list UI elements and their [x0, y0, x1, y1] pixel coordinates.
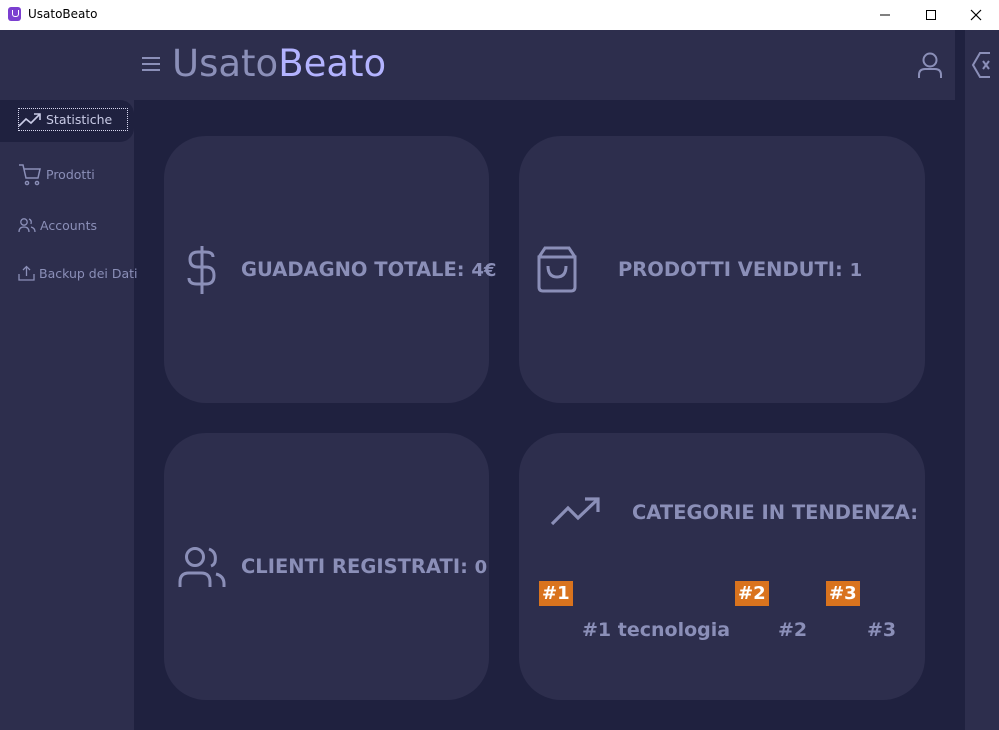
- maximize-icon: [926, 10, 936, 20]
- maximize-button[interactable]: [908, 0, 954, 30]
- sidebar-item-prodotti[interactable]: Prodotti: [18, 162, 95, 186]
- rank-item-3: #3: [867, 619, 897, 641]
- users-icon: [18, 218, 36, 233]
- clients-stat: CLIENTI REGISTRATI: 0: [241, 555, 487, 578]
- minimize-icon: [880, 14, 890, 16]
- app-logo-icon: [8, 7, 21, 21]
- hamburger-menu-icon[interactable]: [141, 56, 161, 72]
- title-bar: UsatoBeato: [0, 0, 999, 30]
- rank-badge-2: #2: [735, 581, 769, 606]
- sidebar-item-accounts[interactable]: Accounts: [18, 217, 97, 233]
- trending-title: CATEGORIE IN TENDENZA:: [632, 501, 918, 524]
- trending-up-icon: [550, 497, 600, 526]
- sidebar-item-statistiche[interactable]: Statistiche: [18, 110, 112, 128]
- trending-up-icon: [18, 113, 41, 127]
- window-title: UsatoBeato: [28, 7, 98, 21]
- sidebar-item-label: Statistiche: [46, 111, 113, 127]
- minimize-button[interactable]: [862, 0, 908, 30]
- products-sold-value: 1: [849, 260, 863, 281]
- rank-badge-1: #1: [539, 581, 573, 606]
- close-icon: [970, 9, 982, 21]
- right-panel-strip: [965, 100, 999, 730]
- revenue-stat: GUADAGNO TOTALE: 4€: [241, 258, 496, 281]
- dollar-icon: [187, 246, 216, 294]
- sidebar-item-backup[interactable]: Backup dei Dati: [18, 265, 138, 281]
- rank-item-1: #1 tecnologia: [582, 619, 731, 641]
- rank-badge-3: #3: [826, 581, 860, 606]
- shopping-bag-icon: [537, 246, 577, 293]
- revenue-value: 4€: [471, 260, 497, 281]
- collapse-panel-icon[interactable]: [971, 50, 993, 80]
- sidebar-item-label: Backup dei Dati: [39, 265, 138, 281]
- sidebar-item-label: Accounts: [40, 217, 97, 233]
- clients-value: 0: [474, 557, 488, 578]
- users-icon: [178, 547, 226, 587]
- close-button[interactable]: [953, 0, 999, 30]
- user-icon[interactable]: [915, 50, 945, 80]
- trending-categories-card: [519, 433, 925, 700]
- brand-part-usato: Usato: [172, 42, 279, 85]
- clients-label: CLIENTI REGISTRATI:: [241, 555, 468, 578]
- upload-icon: [18, 265, 35, 281]
- products-sold-label: PRODOTTI VENDUTI:: [618, 258, 843, 281]
- brand-title: UsatoBeato: [172, 42, 386, 85]
- revenue-label: GUADAGNO TOTALE:: [241, 258, 465, 281]
- products-sold-stat: PRODOTTI VENDUTI: 1: [618, 258, 862, 281]
- rank-item-2: #2: [778, 619, 808, 641]
- sidebar-item-label: Prodotti: [46, 166, 95, 182]
- cart-icon: [19, 164, 41, 186]
- brand-part-beato: Beato: [278, 42, 387, 85]
